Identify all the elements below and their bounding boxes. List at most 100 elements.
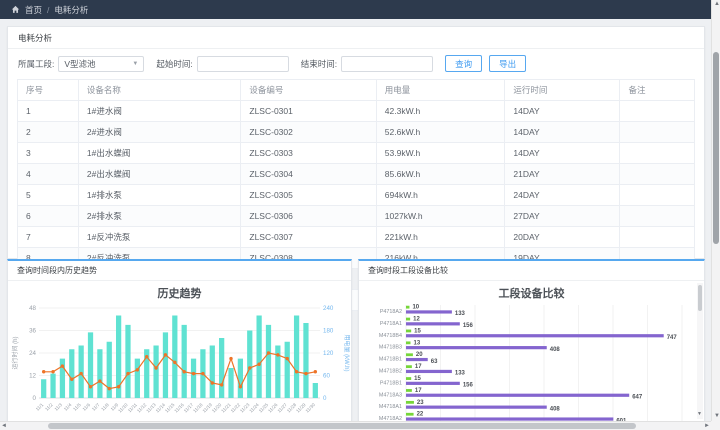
filter-row: 所属工段: V型滤池 ▼ 起始时间: 结束时间: 查询 导出 [8, 49, 704, 78]
table-row[interactable]: 22#进水阀ZLSC-030252.6kW.h14DAY [18, 122, 695, 143]
table-cell [620, 206, 695, 227]
table-cell: ZLSC-0304 [241, 164, 376, 185]
chevron-down-icon: ▼ [132, 61, 138, 67]
svg-text:12: 12 [29, 373, 36, 380]
svg-text:11/2: 11/2 [44, 402, 54, 412]
table-cell: 27DAY [505, 206, 620, 227]
start-time-label: 起始时间: [156, 58, 192, 70]
table-cell: 2#进水阀 [78, 122, 240, 143]
table-cell: ZLSC-0301 [241, 101, 376, 122]
table-header-cell: 设备编号 [241, 80, 376, 101]
end-time-input[interactable] [341, 56, 433, 72]
table-row[interactable]: 51#排水泵ZLSC-0305694kW.h24DAY [18, 185, 695, 206]
table-cell: 14DAY [505, 143, 620, 164]
svg-text:24: 24 [29, 350, 36, 357]
table-row[interactable]: 62#排水泵ZLSC-03061027kW.h27DAY [18, 206, 695, 227]
export-button[interactable]: 导出 [489, 55, 526, 72]
scroll-up-icon[interactable]: ▲ [714, 0, 720, 9]
svg-text:11/8: 11/8 [100, 402, 110, 412]
svg-text:P4718B1: P4718B1 [379, 380, 401, 386]
table-cell [620, 101, 695, 122]
svg-text:M4718B2: M4718B2 [378, 368, 401, 374]
scroll-right-icon[interactable]: ► [704, 422, 710, 430]
compare-chart-title: 工段设备比较 [359, 281, 704, 302]
panel-vertical-scrollbar[interactable]: ▼ [697, 283, 703, 419]
table-cell: ZLSC-0307 [241, 227, 376, 248]
svg-text:11/10: 11/10 [117, 402, 129, 414]
svg-text:60: 60 [323, 373, 330, 380]
svg-text:M4718A3: M4718A3 [378, 392, 401, 398]
svg-text:17: 17 [414, 364, 421, 370]
section-select[interactable]: V型滤池 ▼ [58, 56, 144, 72]
table-cell: ZLSC-0303 [241, 143, 376, 164]
svg-text:运行时间 (h): 运行时间 (h) [11, 336, 19, 369]
svg-text:647: 647 [632, 394, 643, 400]
table-cell: 4 [18, 164, 79, 185]
svg-text:P4718A1: P4718A1 [379, 321, 401, 327]
table-cell: 221kW.h [376, 227, 505, 248]
start-time-input[interactable] [197, 56, 289, 72]
table-row[interactable]: 31#出水蝶阀ZLSC-030353.9kW.h14DAY [18, 143, 695, 164]
svg-text:11/4: 11/4 [63, 402, 73, 412]
table-cell [620, 185, 695, 206]
table-cell: 21DAY [505, 164, 620, 185]
svg-text:156: 156 [462, 323, 473, 329]
svg-text:180: 180 [323, 328, 334, 335]
end-time-label: 结束时间: [301, 58, 337, 70]
history-trend-panel: 查询时间段内历史趋势 历史趋势 01224364806012018024011/… [7, 259, 352, 430]
table-cell: 14DAY [505, 122, 620, 143]
table-row[interactable]: 11#进水阀ZLSC-030142.3kW.h14DAY [18, 101, 695, 122]
table-header-cell: 序号 [18, 80, 79, 101]
table-cell: 1#进水阀 [78, 101, 240, 122]
svg-text:0: 0 [33, 395, 37, 402]
query-button[interactable]: 查询 [445, 55, 482, 72]
svg-text:17: 17 [414, 388, 421, 394]
card-title: 电耗分析 [8, 27, 704, 49]
breadcrumb-home[interactable]: 首页 [25, 4, 42, 16]
table-cell: 52.6kW.h [376, 122, 505, 143]
table-cell [620, 143, 695, 164]
svg-text:11/30: 11/30 [305, 402, 317, 414]
section-label: 所属工段: [18, 58, 54, 70]
svg-text:M4718B4: M4718B4 [378, 333, 401, 339]
scroll-down-icon[interactable]: ▼ [697, 410, 702, 419]
svg-text:P4718A2: P4718A2 [379, 309, 401, 315]
panel-scrollbar-thumb[interactable] [698, 285, 702, 311]
svg-text:用电量 (kW.h): 用电量 (kW.h) [343, 335, 350, 372]
device-compare-chart: P4718A210133P4718A112156M4718B415747M471… [364, 302, 700, 428]
svg-text:120: 120 [323, 350, 334, 357]
table-row[interactable]: 42#出水蝶阀ZLSC-030485.6kW.h21DAY [18, 164, 695, 185]
svg-text:133: 133 [454, 371, 465, 377]
history-trend-panel-title: 查询时间段内历史趋势 [8, 261, 351, 281]
horizontal-scrollbar-thumb[interactable] [48, 423, 636, 429]
svg-text:408: 408 [549, 347, 560, 353]
table-cell: 20DAY [505, 227, 620, 248]
svg-text:63: 63 [430, 359, 437, 365]
table-cell: 53.9kW.h [376, 143, 505, 164]
power-analysis-card: 电耗分析 所属工段: V型滤池 ▼ 起始时间: 结束时间: 查询 导出 序号 设备… [7, 26, 705, 259]
home-icon[interactable] [11, 5, 20, 14]
svg-text:408: 408 [549, 406, 560, 412]
breadcrumb-bar: 首页 / 电耗分析 [0, 0, 720, 19]
window-vertical-scrollbar[interactable]: ▲ ▼ [711, 0, 720, 421]
svg-text:240: 240 [323, 305, 334, 312]
table-cell: 6 [18, 206, 79, 227]
vertical-scrollbar-thumb[interactable] [713, 52, 719, 244]
svg-text:11/3: 11/3 [54, 402, 64, 412]
scroll-left-icon[interactable]: ◄ [1, 422, 7, 430]
table-row[interactable]: 71#反冲洗泵ZLSC-0307221kW.h20DAY [18, 227, 695, 248]
table-cell: 7 [18, 227, 79, 248]
svg-text:156: 156 [462, 383, 473, 389]
window-horizontal-scrollbar[interactable]: ◄ ► [0, 421, 711, 430]
table-cell [620, 164, 695, 185]
scroll-down-icon[interactable]: ▼ [714, 412, 720, 421]
svg-text:48: 48 [29, 305, 36, 312]
table-cell: 1#出水蝶阀 [78, 143, 240, 164]
table-cell: 5 [18, 185, 79, 206]
svg-text:11/1: 11/1 [35, 402, 45, 412]
svg-text:0: 0 [323, 395, 327, 402]
table-cell: 3 [18, 143, 79, 164]
table-cell: 2#出水蝶阀 [78, 164, 240, 185]
table-cell: 2#排水泵 [78, 206, 240, 227]
svg-text:M4718B1: M4718B1 [378, 357, 401, 363]
